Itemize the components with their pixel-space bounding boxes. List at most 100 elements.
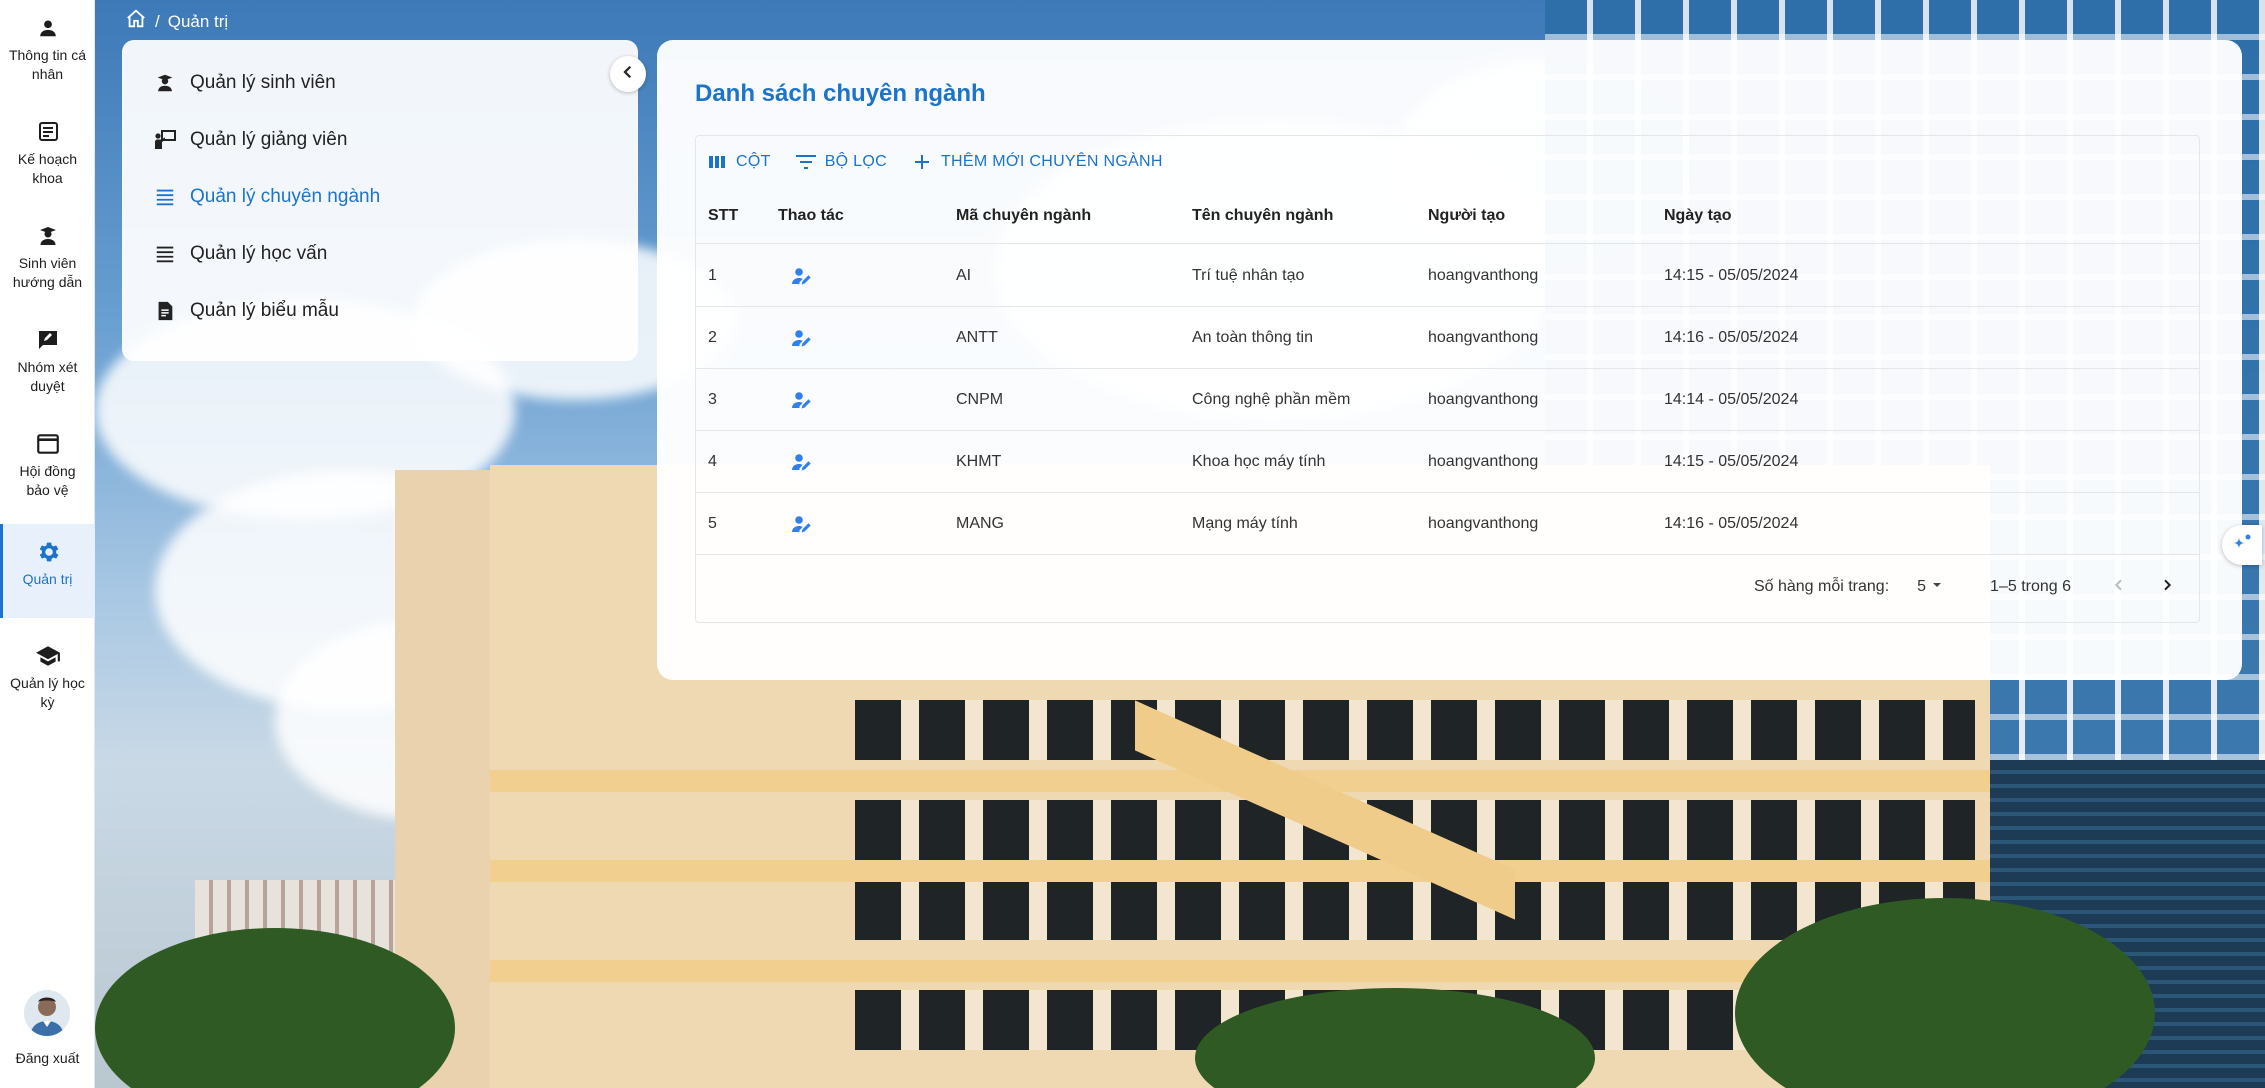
sparkle-icon — [2230, 531, 2254, 560]
cell-actions — [766, 448, 944, 476]
cell-major-name: Trí tuệ nhân tạo — [1192, 266, 1305, 284]
rows-per-page-label: Số hàng mỗi trang: — [1753, 578, 1890, 595]
nav-label: Hội đồng bảo vệ — [19, 463, 76, 498]
chevron-left-icon — [619, 63, 637, 86]
nav-label: Kế hoạch khoa — [17, 151, 78, 186]
majors-card: Danh sách chuyên ngành CỘT BỘ LỌC THÊM M… — [657, 40, 2242, 680]
cell-major-name: Công nghệ phần mềm — [1192, 390, 1351, 408]
chevron-left-icon — [2111, 577, 2127, 598]
admin-submenu: Quản lý sinh viên Quản lý giảng viên Quả… — [122, 40, 638, 361]
nav-label: Quản lý học kỳ — [10, 675, 85, 710]
document-icon — [152, 298, 178, 324]
chevron-right-icon — [2159, 577, 2175, 598]
cell-created-date: 14:15 - 05/05/2024 — [1664, 266, 1799, 284]
cell-stt: 4 — [708, 452, 717, 470]
breadcrumb-current: Quản trị — [167, 11, 229, 31]
floating-action-button[interactable] — [2222, 525, 2262, 565]
nav-label: Nhóm xét duyệt — [17, 359, 78, 394]
cell-actions — [766, 386, 944, 414]
next-page-button[interactable] — [2149, 569, 2185, 605]
column-header-stt[interactable]: STT — [696, 207, 766, 225]
cell-stt: 3 — [708, 390, 717, 408]
list-icon — [152, 184, 178, 210]
cell-creator: hoangvanthong — [1428, 452, 1539, 470]
column-header-created-date[interactable]: Ngày tạo — [1652, 207, 2199, 225]
breadcrumb-separator: / — [155, 11, 160, 31]
cell-creator: hoangvanthong — [1428, 514, 1539, 532]
window-icon — [34, 430, 62, 458]
submenu-item-forms[interactable]: Quản lý biểu mẫu — [122, 282, 638, 339]
filter-button[interactable]: BỘ LỌC — [795, 151, 887, 173]
collapse-submenu-button[interactable] — [610, 56, 646, 92]
nav-label: Thông tin cá nhân — [8, 47, 87, 82]
add-major-label: THÊM MỚI CHUYÊN NGÀNH — [940, 153, 1163, 170]
table-row: 4 KHMT Khoa học máy tính hoangvanthong 1… — [696, 431, 2199, 493]
person-icon — [34, 14, 62, 42]
teacher-icon — [152, 127, 178, 153]
cell-major-code: CNPM — [956, 390, 1004, 408]
main-navigation: Thông tin cá nhân Kế hoạch khoa Sinh viê… — [0, 0, 95, 1088]
majors-data-grid: CỘT BỘ LỌC THÊM MỚI CHUYÊN NGÀNH STT Tha… — [695, 135, 2200, 623]
list-icon — [152, 241, 178, 267]
submenu-label: Quản lý giảng viên — [190, 128, 348, 150]
submenu-item-education[interactable]: Quản lý học vấn — [122, 225, 638, 282]
logout-button[interactable]: Đăng xuất — [0, 1050, 95, 1066]
gear-icon — [34, 538, 62, 566]
rate-review-icon — [34, 326, 62, 354]
column-header-actions[interactable]: Thao tác — [766, 207, 944, 225]
pagination-range: 1–5 trong 6 — [1990, 578, 2071, 595]
edit-user-icon[interactable] — [788, 386, 816, 414]
nav-item-review-group[interactable]: Nhóm xét duyệt — [0, 312, 95, 406]
submenu-label: Quản lý sinh viên — [190, 71, 336, 93]
add-major-button[interactable]: THÊM MỚI CHUYÊN NGÀNH — [911, 151, 1163, 173]
nav-label: Sinh viên hướng dẫn — [12, 255, 83, 290]
nav-item-admin[interactable]: Quản trị — [0, 524, 95, 618]
edit-user-icon[interactable] — [788, 324, 816, 352]
columns-button[interactable]: CỘT — [706, 151, 771, 173]
filter-list-icon — [795, 151, 817, 173]
nav-item-supervised-students[interactable]: Sinh viên hướng dẫn — [0, 208, 95, 302]
previous-page-button[interactable] — [2101, 569, 2137, 605]
table-header: STT Thao tác Mã chuyên ngành Tên chuyên … — [696, 188, 2199, 244]
cell-stt: 1 — [708, 266, 717, 284]
rows-per-page-select[interactable]: 5 — [1917, 578, 1944, 597]
avatar[interactable] — [24, 990, 70, 1036]
nav-label: Quản trị — [22, 571, 73, 587]
page-title: Danh sách chuyên ngành — [695, 80, 986, 107]
edit-user-icon[interactable] — [788, 262, 816, 290]
table-row: 1 AI Trí tuệ nhân tạo hoangvanthong 14:1… — [696, 245, 2199, 307]
cell-creator: hoangvanthong — [1428, 266, 1539, 284]
edit-user-icon[interactable] — [788, 510, 816, 538]
view-column-icon — [706, 151, 728, 173]
edit-user-icon[interactable] — [788, 448, 816, 476]
grid-toolbar: CỘT BỘ LỌC THÊM MỚI CHUYÊN NGÀNH — [706, 146, 1163, 178]
column-header-major-code[interactable]: Mã chuyên ngành — [944, 207, 1180, 225]
cell-major-code: KHMT — [956, 452, 1002, 470]
cell-created-date: 14:16 - 05/05/2024 — [1664, 328, 1799, 346]
cell-stt: 5 — [708, 514, 717, 532]
column-header-major-name[interactable]: Tên chuyên ngành — [1180, 207, 1416, 225]
cell-created-date: 14:15 - 05/05/2024 — [1664, 452, 1799, 470]
nav-item-semester-management[interactable]: Quản lý học kỳ — [0, 628, 95, 722]
home-icon[interactable] — [125, 8, 147, 35]
cell-major-name: Mạng máy tính — [1192, 514, 1298, 532]
cell-stt: 2 — [708, 328, 717, 346]
cell-major-name: Khoa học máy tính — [1192, 452, 1326, 470]
table-row: 5 MANG Mạng máy tính hoangvanthong 14:16… — [696, 493, 2199, 555]
nav-item-defense-council[interactable]: Hội đồng bảo vệ — [0, 416, 95, 510]
cell-major-code: ANTT — [956, 328, 998, 346]
cell-created-date: 14:16 - 05/05/2024 — [1664, 514, 1799, 532]
column-header-creator[interactable]: Người tạo — [1416, 207, 1652, 225]
filter-label: BỘ LỌC — [824, 153, 887, 170]
table-pagination: Số hàng mỗi trang: 5 1–5 trong 6 — [696, 554, 2199, 620]
submenu-label: Quản lý biểu mẫu — [190, 299, 339, 321]
rows-per-page-value: 5 — [1917, 578, 1927, 595]
nav-item-department-plan[interactable]: Kế hoạch khoa — [0, 104, 95, 198]
submenu-item-students[interactable]: Quản lý sinh viên — [122, 54, 638, 111]
submenu-item-majors[interactable]: Quản lý chuyên ngành — [122, 168, 638, 225]
nav-item-profile[interactable]: Thông tin cá nhân — [0, 0, 95, 94]
cell-creator: hoangvanthong — [1428, 390, 1539, 408]
submenu-item-lecturers[interactable]: Quản lý giảng viên — [122, 111, 638, 168]
school-icon — [34, 642, 62, 670]
table-row: 2 ANTT An toàn thông tin hoangvanthong 1… — [696, 307, 2199, 369]
